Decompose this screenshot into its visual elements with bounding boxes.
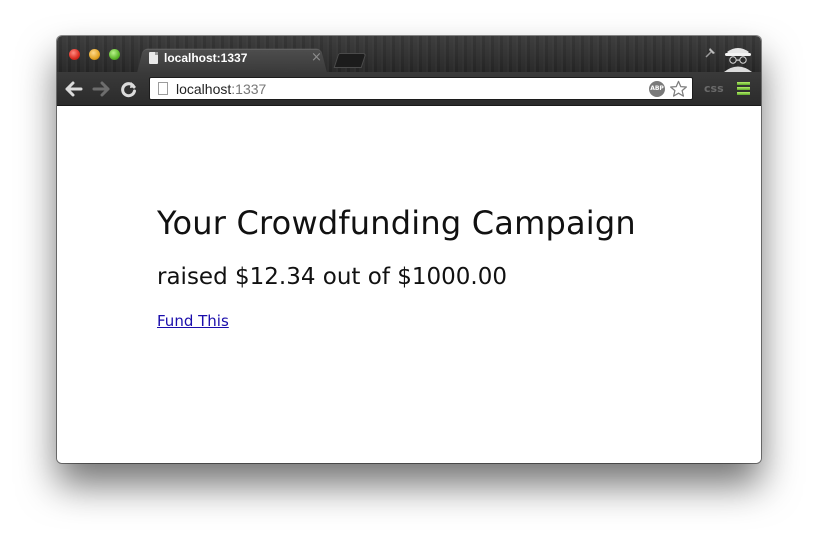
page-icon xyxy=(158,82,168,95)
adblock-icon[interactable]: ABP xyxy=(649,81,665,97)
campaign-title: Your Crowdfunding Campaign xyxy=(157,204,636,242)
browser-window: localhost:1337 × localhost:1337 ABP css … xyxy=(57,36,761,463)
forward-arrow-icon[interactable] xyxy=(92,80,110,98)
star-icon[interactable] xyxy=(669,80,688,98)
back-arrow-icon[interactable] xyxy=(65,80,83,98)
minimize-window-icon[interactable] xyxy=(89,49,100,60)
wrench-menu-icon[interactable] xyxy=(737,82,750,97)
zoom-window-icon[interactable] xyxy=(109,49,120,60)
browser-toolbar: localhost:1337 ABP css xyxy=(57,72,761,106)
tab-close-icon[interactable]: × xyxy=(311,51,322,65)
url-port: :1337 xyxy=(231,81,267,97)
raised-amount-text: raised $12.34 out of $1000.00 xyxy=(157,264,507,290)
fund-this-link[interactable]: Fund This xyxy=(157,312,229,330)
reload-icon[interactable] xyxy=(120,80,138,98)
url-host: localhost xyxy=(176,81,232,97)
new-tab-button[interactable] xyxy=(333,53,367,68)
page-icon xyxy=(149,52,158,64)
address-bar[interactable]: localhost:1337 ABP xyxy=(149,77,693,100)
css-extension-button[interactable]: css xyxy=(704,82,724,95)
close-window-icon[interactable] xyxy=(69,49,80,60)
url-text[interactable]: localhost:1337 xyxy=(176,81,266,97)
title-bar: localhost:1337 × xyxy=(57,36,761,73)
active-tab-content[interactable]: localhost:1337 × xyxy=(147,50,327,70)
page-content: Your Crowdfunding Campaign raised $12.34… xyxy=(57,106,761,463)
tab-title: localhost:1337 xyxy=(164,51,248,65)
pin-icon xyxy=(705,48,715,58)
incognito-icon xyxy=(724,48,752,72)
